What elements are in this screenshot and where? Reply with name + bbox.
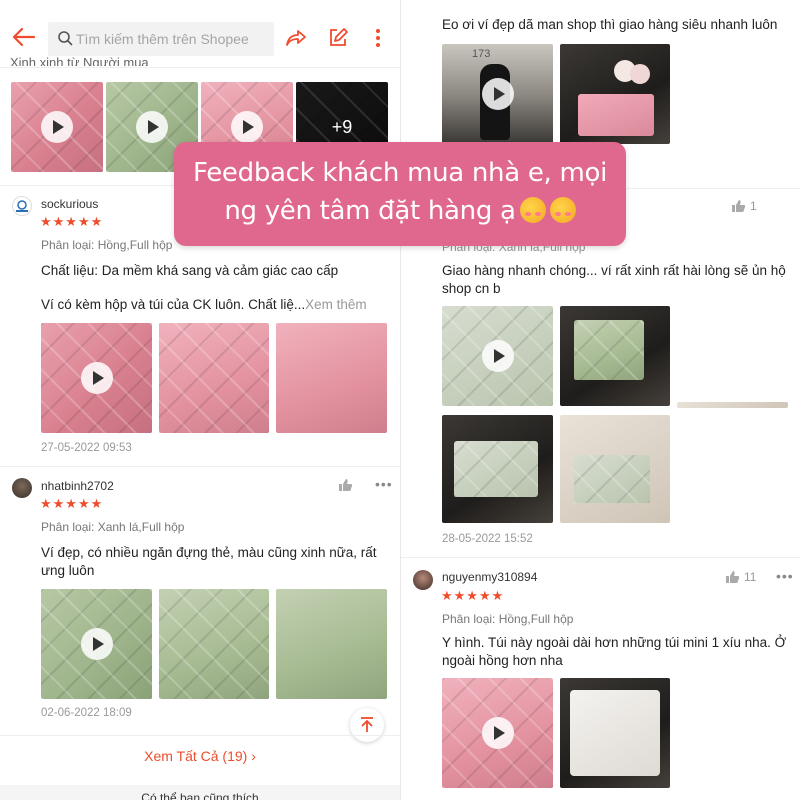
- review-media-thumb[interactable]: [159, 589, 269, 699]
- play-icon: [481, 340, 514, 372]
- rating-stars: ★★★★★: [441, 588, 505, 603]
- like-button[interactable]: 1: [731, 199, 757, 213]
- rating-stars: ★★★★★: [40, 214, 104, 229]
- review-media-thumb[interactable]: [442, 415, 553, 523]
- review-variant: Phân loại: Xanh lá,Full hộp: [41, 520, 185, 534]
- review-text: Y hình. Túi này ngoài dài hơn những túi …: [442, 635, 787, 668]
- media-thumb[interactable]: [11, 82, 103, 172]
- banner-line-1: Feedback khách mua nhà e, mọi: [192, 158, 608, 188]
- review-media-thumb[interactable]: [41, 589, 152, 699]
- review-media-thumb[interactable]: [677, 402, 788, 408]
- avatar[interactable]: [413, 570, 433, 590]
- play-icon: [41, 111, 73, 143]
- review-media-thumb[interactable]: 173: [442, 44, 553, 144]
- thumbs-up-icon: [726, 571, 740, 583]
- thumbs-up-icon: [732, 200, 746, 212]
- like-count: 1: [750, 199, 757, 213]
- play-icon: [481, 78, 514, 110]
- search-placeholder: Tìm kiếm thêm trên Shopee: [76, 31, 249, 47]
- review-media-thumb[interactable]: [442, 678, 553, 788]
- play-icon: [80, 362, 113, 394]
- play-icon: [481, 717, 514, 749]
- divider: [401, 557, 800, 558]
- review-media-thumb[interactable]: [276, 323, 387, 433]
- review-media-thumb[interactable]: [560, 44, 670, 144]
- recommendation-section-title: Có thể bạn cũng thích: [0, 785, 400, 800]
- view-all-reviews-link[interactable]: Xem Tất Cả (19) ›: [0, 735, 400, 775]
- review-text: Chất liệu: Da mềm khá sang và cảm giác c…: [41, 263, 339, 278]
- arrow-up-icon: [361, 717, 373, 732]
- search-input[interactable]: Tìm kiếm thêm trên Shopee: [48, 22, 274, 56]
- review-username: nhatbinh2702: [41, 479, 114, 493]
- review-date: 02-06-2022 18:09: [41, 707, 132, 719]
- review-variant: Phân loại: Hồng,Full hộp: [41, 238, 173, 252]
- review-media-thumb[interactable]: [560, 306, 670, 406]
- play-icon: [80, 628, 113, 660]
- banner-line-2: ng yên tâm đặt hàng ạ: [224, 196, 516, 226]
- search-icon: [58, 31, 73, 46]
- thumbs-up-icon: [339, 479, 353, 491]
- like-button[interactable]: 11: [725, 570, 756, 584]
- review-media-thumb[interactable]: [159, 323, 269, 433]
- review-media-thumb[interactable]: [41, 323, 152, 433]
- back-arrow-icon[interactable]: [8, 22, 38, 52]
- share-icon[interactable]: [282, 24, 310, 52]
- smiling-hearts-emoji-icon: [519, 197, 546, 223]
- avatar[interactable]: [12, 478, 32, 498]
- review-media-thumb[interactable]: [560, 415, 670, 523]
- review-text: Eo ơi ví đẹp dã man shop thì giao hàng s…: [442, 17, 778, 32]
- right-screenshot: Eo ơi ví đẹp dã man shop thì giao hàng s…: [400, 0, 800, 800]
- more-options-icon[interactable]: [364, 24, 392, 52]
- play-icon: [136, 111, 168, 143]
- media-section-title: Xinh xinh từ Người mua: [10, 55, 149, 66]
- review-text: Giao hàng nhanh chóng... ví rất xinh rất…: [442, 263, 786, 296]
- avatar[interactable]: [12, 196, 32, 216]
- see-more-link[interactable]: Xem thêm: [305, 297, 367, 312]
- smiling-hearts-emoji-icon: [549, 197, 576, 223]
- review-media-thumb[interactable]: [276, 589, 387, 699]
- left-screenshot: Tìm kiếm thêm trên Shopee Xinh xinh từ N…: [0, 0, 400, 800]
- review-more-icon[interactable]: •••: [375, 476, 393, 492]
- rating-stars: ★★★★★: [40, 496, 104, 511]
- review-date: 27-05-2022 09:53: [41, 442, 132, 454]
- play-icon: [231, 111, 263, 143]
- photo-label: 173: [472, 48, 491, 60]
- review-text: Ví đẹp, có nhiều ngăn đựng thẻ, màu cũng…: [41, 545, 377, 578]
- review-media-thumb[interactable]: [442, 306, 553, 406]
- feedback-banner: Feedback khách mua nhà e, mọi ng yên tâm…: [174, 142, 626, 246]
- review-username: sockurious: [41, 197, 99, 211]
- like-button[interactable]: [338, 478, 353, 492]
- edit-icon[interactable]: [324, 24, 352, 52]
- review-media-thumb[interactable]: [560, 678, 670, 788]
- review-date: 28-05-2022 15:52: [442, 533, 533, 545]
- review-more-icon[interactable]: •••: [776, 568, 794, 584]
- divider: [0, 466, 400, 467]
- review-text-truncated: Ví có kèm hộp và túi của CK luôn. Chất l…: [41, 297, 367, 312]
- review-variant: Phân loại: Hồng,Full hộp: [442, 612, 574, 626]
- like-count: 11: [744, 570, 757, 584]
- review-username: nguyenmy310894: [442, 570, 538, 584]
